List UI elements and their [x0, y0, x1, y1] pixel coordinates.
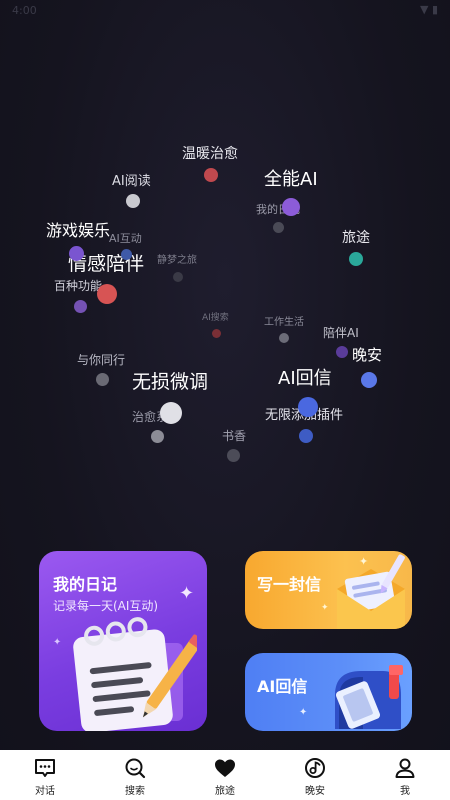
word-item[interactable]: AI回信	[278, 370, 332, 388]
word-item[interactable]: 晚安	[352, 348, 382, 363]
person-icon	[395, 758, 415, 778]
ai-reply-card-title: AI回信	[257, 677, 308, 696]
cloud-dot	[279, 333, 289, 343]
mailbox-icon	[335, 665, 403, 729]
write-letter-card-title: 写一封信	[257, 575, 322, 594]
ai-reply-card[interactable]: AI回信 ✦	[245, 653, 412, 731]
tab-goodnight[interactable]: 晚安	[270, 750, 360, 800]
chat-icon	[35, 759, 55, 777]
word-item[interactable]: 无损微调	[132, 373, 208, 392]
word-item[interactable]: 书香	[222, 430, 246, 442]
word-item[interactable]: AI搜索	[202, 314, 229, 323]
sparkle-icon: ✦	[179, 583, 195, 604]
word-item[interactable]: 旅途	[342, 231, 370, 245]
sparkle-icon: ✦	[299, 707, 308, 718]
tab-chat[interactable]: 对话	[0, 750, 90, 800]
diary-card-subtitle: 记录每一天(AI互动)	[53, 599, 159, 613]
notepad-pencil-icon	[73, 617, 197, 731]
word-item[interactable]: 温暖治愈	[182, 147, 238, 161]
word-item[interactable]: 工作生活	[264, 318, 304, 328]
cloud-dot	[121, 249, 132, 260]
cloud-dot	[298, 397, 318, 417]
cloud-dot	[69, 246, 84, 261]
heart-icon	[215, 759, 235, 777]
cloud-dot	[349, 252, 363, 266]
cloud-dot	[126, 194, 140, 208]
cloud-dot	[97, 284, 117, 304]
cloud-dot	[74, 300, 87, 313]
tab-bar: 对话 搜索 旅途 晚安 我	[0, 750, 450, 800]
music-icon	[305, 758, 325, 778]
word-cloud: 温暖治愈 AI阅读 全能AI 我的日记 游戏娱乐 AI互动 旅途 情感陪伴 静梦…	[0, 0, 450, 500]
write-letter-card[interactable]: 写一封信 ✦ ✦	[245, 551, 412, 629]
search-icon	[125, 758, 146, 779]
tab-label: 我	[400, 786, 410, 797]
tab-label: 旅途	[215, 786, 235, 797]
tab-search[interactable]: 搜索	[90, 750, 180, 800]
tab-label: 搜索	[125, 786, 145, 797]
cloud-dot	[204, 168, 218, 182]
word-item[interactable]: AI阅读	[112, 175, 151, 188]
cloud-dot	[282, 198, 300, 216]
cloud-dot	[361, 372, 377, 388]
word-item[interactable]: 百种功能	[54, 280, 102, 292]
word-item[interactable]: 陪伴AI	[323, 327, 359, 339]
envelope-icon	[337, 554, 405, 629]
cloud-dot	[212, 329, 221, 338]
word-item[interactable]: 静梦之旅	[157, 256, 197, 266]
tab-me[interactable]: 我	[360, 750, 450, 800]
word-item[interactable]: 全能AI	[264, 171, 318, 189]
cloud-dot	[173, 272, 183, 282]
tab-label: 晚安	[305, 786, 325, 797]
cloud-dot	[151, 430, 164, 443]
word-item[interactable]: 与你同行	[77, 354, 125, 366]
sparkle-icon: ✦	[321, 603, 329, 613]
word-item[interactable]: AI互动	[109, 233, 142, 244]
word-item[interactable]: 游戏娱乐	[46, 223, 110, 239]
diary-card-title: 我的日记	[53, 575, 118, 594]
cloud-dot	[273, 222, 284, 233]
cloud-dot	[160, 402, 182, 424]
tab-label: 对话	[35, 786, 55, 797]
tab-journey[interactable]: 旅途	[180, 750, 270, 800]
cloud-dot	[336, 346, 348, 358]
cloud-dot	[96, 373, 109, 386]
diary-card[interactable]: 我的日记 记录每一天(AI互动) ✦ ✦	[39, 551, 207, 731]
cloud-dot	[299, 429, 313, 443]
cloud-dot	[227, 449, 240, 462]
